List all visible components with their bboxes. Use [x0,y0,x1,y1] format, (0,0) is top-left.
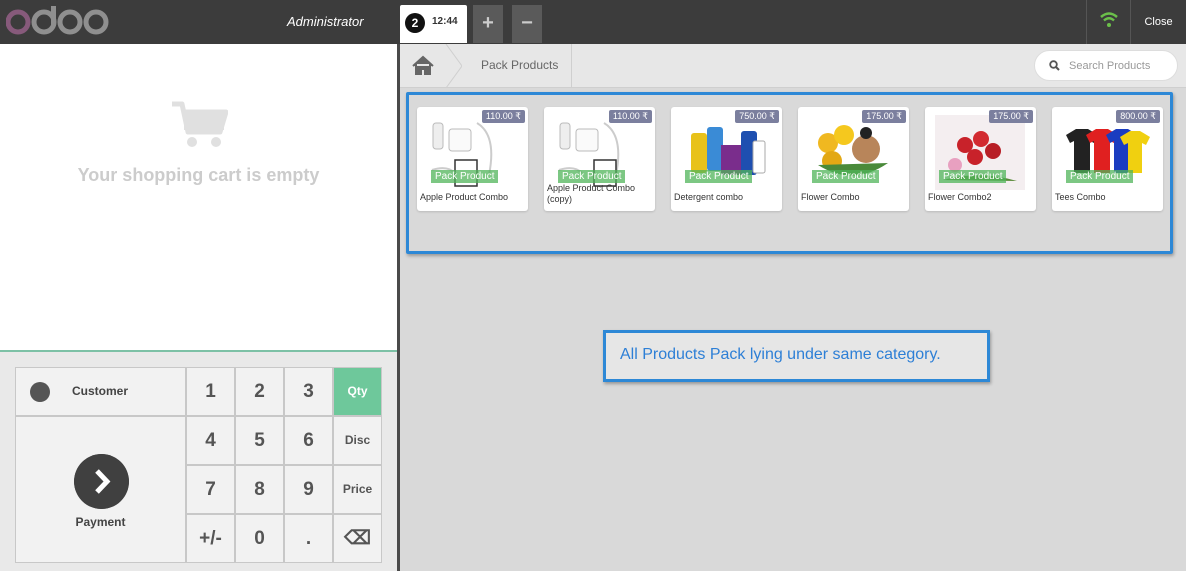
numpad-area: Customer Payment 1 2 3 Qty 4 5 6 Disc 7 … [0,350,397,571]
chevron-right-icon [74,454,129,509]
product-card[interactable]: 750.00 ₹ Pack Product Detergent combo [671,107,782,211]
backspace-icon[interactable]: ⌫ [333,514,382,563]
product-card[interactable]: 110.00 ₹ Pack Product Apple Product Comb… [544,107,655,211]
pack-product-tag: Pack Product [431,170,499,183]
price-mode-button[interactable]: Price [333,465,382,514]
product-card[interactable]: 800.00 ₹ Pack Product Tees Combo [1052,107,1163,211]
numpad-key-8[interactable]: 8 [235,465,284,514]
product-price: 110.00 ₹ [608,110,652,123]
customer-button[interactable]: Customer [15,367,186,416]
numpad-key-dot[interactable]: . [284,514,333,563]
pack-product-tag: Pack Product [1066,170,1134,183]
product-price: 800.00 ₹ [1116,110,1160,123]
delete-order-button[interactable]: − [512,5,542,43]
product-name: Flower Combo [801,192,860,202]
numpad-key-5[interactable]: 5 [235,416,284,465]
payment-label: Payment [75,515,126,529]
order-number: 2 [405,13,425,33]
numpad-key-plus-minus[interactable]: +/- [186,514,235,563]
search-placeholder: Search Products [1069,60,1151,72]
pack-product-tag: Pack Product [558,170,626,183]
breadcrumb: Pack Products Search Products [400,43,1186,89]
qty-mode-button[interactable]: Qty [333,367,382,416]
product-card[interactable]: 110.00 ₹ Pack Product Apple Product Comb… [417,107,528,211]
disc-mode-button[interactable]: Disc [333,416,382,465]
numpad-key-2[interactable]: 2 [235,367,284,416]
product-price: 175.00 ₹ [862,110,906,123]
numpad-key-6[interactable]: 6 [284,416,333,465]
breadcrumb-separator [571,44,572,88]
numpad-key-1[interactable]: 1 [186,367,235,416]
order-panel: Your shopping cart is empty Customer Pay… [0,44,397,571]
pack-product-tag: Pack Product [812,170,880,183]
product-card[interactable]: 175.00 ₹ Pack Product Flower Combo [798,107,909,211]
order-tab[interactable]: 2 12:44 [400,5,467,43]
numpad-key-7[interactable]: 7 [186,465,235,514]
product-price: 750.00 ₹ [735,110,779,123]
numpad-key-9[interactable]: 9 [284,465,333,514]
product-price: 175.00 ₹ [989,110,1033,123]
home-icon[interactable] [400,43,463,89]
product-name: Detergent combo [674,192,744,202]
product-name: Tees Combo [1055,192,1106,202]
search-input[interactable]: Search Products [1034,50,1178,81]
user-name: Administrator [287,14,364,29]
close-button[interactable]: Close [1130,0,1186,44]
shopping-cart-icon [172,101,228,147]
top-bar: Administrator 2 12:44 + − Close [0,0,1186,44]
numpad-key-4[interactable]: 4 [186,416,235,465]
numpad-key-0[interactable]: 0 [235,514,284,563]
product-list-highlight: 110.00 ₹ Pack Product Apple Product Comb… [406,92,1173,254]
product-name: Apple Product Combo (copy) [547,183,636,204]
breadcrumb-pack-products[interactable]: Pack Products [481,58,558,72]
pack-product-tag: Pack Product [685,170,753,183]
product-price: 110.00 ₹ [481,110,525,123]
payment-button[interactable]: Payment [15,416,186,563]
order-time: 12:44 [432,16,458,27]
product-name: Flower Combo2 [928,192,992,202]
product-card[interactable]: 175.00 ₹ Pack Product Flower Combo2 [925,107,1036,211]
numpad-key-3[interactable]: 3 [284,367,333,416]
wifi-icon [1086,0,1130,44]
product-name: Apple Product Combo [420,192,509,202]
user-icon [30,382,50,402]
pane-divider [397,44,400,571]
empty-cart-message: Your shopping cart is empty [77,165,320,185]
odoo-logo [6,6,109,35]
annotation-text: All Products Pack lying under same categ… [620,346,941,363]
pack-product-tag: Pack Product [939,170,1007,183]
new-order-button[interactable]: + [473,5,503,43]
customer-label: Customer [72,384,129,398]
annotation-callout: All Products Pack lying under same categ… [603,330,990,382]
search-icon [1049,60,1060,71]
